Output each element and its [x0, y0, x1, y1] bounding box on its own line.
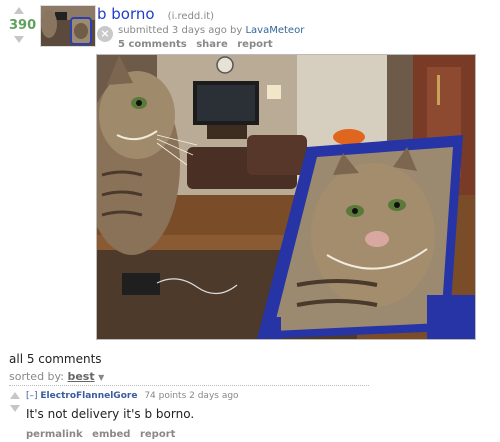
comment-upvote-icon[interactable]: [10, 392, 20, 399]
report-link[interactable]: report: [237, 39, 272, 50]
thumbnail-image: [41, 6, 95, 46]
comment-report-link[interactable]: report: [140, 429, 175, 440]
comment-meta: 74 points 2 days ago: [144, 391, 239, 401]
post-domain[interactable]: (i.redd.it): [168, 11, 214, 22]
upvote-arrow-icon[interactable]: [14, 7, 24, 14]
comments-divider: [9, 385, 369, 386]
comment-downvote-icon[interactable]: [10, 405, 20, 412]
downvote-arrow-icon[interactable]: [14, 36, 24, 43]
permalink-link[interactable]: permalink: [26, 429, 83, 440]
post-author-link[interactable]: LavaMeteor: [245, 25, 304, 36]
share-link[interactable]: share: [196, 39, 228, 50]
comment-author-link[interactable]: ElectroFlannelGore: [40, 391, 137, 401]
comments-count-title: all 5 comments: [9, 352, 102, 366]
submitted-text: submitted 3 days ago by: [118, 25, 243, 36]
collapse-toggle[interactable]: [–]: [26, 391, 38, 401]
cat-mirror-photo: [97, 55, 475, 339]
expanded-post-image[interactable]: [96, 54, 476, 340]
dropdown-arrow-icon[interactable]: ▼: [98, 373, 104, 382]
post-title-link[interactable]: b borno: [97, 5, 155, 23]
comment-body: It's not delivery it's b borno.: [26, 407, 195, 421]
sort-dropdown[interactable]: best: [67, 370, 94, 383]
embed-link[interactable]: embed: [92, 429, 130, 440]
sorted-by-label: sorted by:: [9, 370, 64, 383]
comments-link[interactable]: 5 comments: [118, 39, 187, 50]
hide-post-icon[interactable]: ×: [97, 26, 113, 42]
post-thumbnail[interactable]: [40, 5, 96, 47]
post-score: 390: [9, 18, 37, 33]
